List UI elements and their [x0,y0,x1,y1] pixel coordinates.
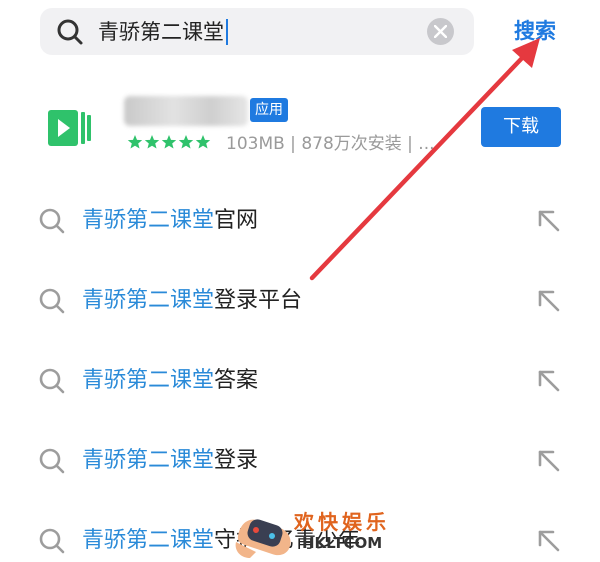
suggestion-item[interactable]: 青骄第二课堂官网 [0,182,600,262]
search-icon [39,288,65,314]
search-button[interactable]: 搜索 [514,16,556,46]
suggestion-text: 青骄第二课堂登录平台 [82,284,302,318]
star-icon [195,135,211,149]
suggestion-item[interactable]: 青骄第二课堂登录 [0,422,600,502]
game-controller-hand-icon [235,519,291,558]
watermark-logo: 欢快娱乐 HKLTCOM [230,500,410,562]
suggestion-highlight: 青骄第二课堂 [82,528,215,553]
star-icon [144,135,160,149]
star-icon [178,135,194,149]
app-meta: 103MB | 878万次安装 | ... [226,134,435,154]
download-button[interactable]: 下载 [481,107,561,147]
suggestion-rest: 答案 [214,368,259,393]
suggestion-item[interactable]: 青骄第二课堂登录平台 [0,262,600,342]
close-icon [434,25,447,38]
app-icon [48,110,91,146]
suggestion-rest: 官网 [214,208,259,233]
app-result[interactable]: 应用 103MB | 878万次安装 | ... 下载 [0,92,600,164]
suggestion-highlight: 青骄第二课堂 [82,208,215,233]
fill-query-arrow-icon[interactable] [536,288,562,314]
app-name-blurred [124,96,248,126]
suggestion-highlight: 青骄第二课堂 [82,368,215,393]
star-icon [161,135,177,149]
suggestion-text: 青骄第二课堂答案 [82,364,258,398]
search-icon [39,528,65,554]
search-icon [39,448,65,474]
search-query-text: 青骄第二课堂 [98,20,224,44]
fill-query-arrow-icon[interactable] [536,528,562,554]
suggestion-rest: 登录平台 [214,288,303,313]
suggestion-rest: 登录 [214,448,259,473]
clear-search-button[interactable] [427,18,454,45]
suggestion-text: 青骄第二课堂登录 [82,444,258,478]
star-icon [127,135,143,149]
suggestion-text: 青骄第二课堂官网 [82,204,258,238]
search-icon [39,368,65,394]
text-cursor [226,19,228,45]
suggestion-highlight: 青骄第二课堂 [82,288,215,313]
fill-query-arrow-icon[interactable] [536,448,562,474]
watermark-domain: HKLTCOM [302,534,383,552]
search-icon [39,208,65,234]
search-input[interactable]: 青骄第二课堂 [98,18,228,46]
suggestion-highlight: 青骄第二课堂 [82,448,215,473]
watermark-text: 欢快娱乐 [294,510,390,534]
fill-query-arrow-icon[interactable] [536,368,562,394]
suggestion-item[interactable]: 青骄第二课堂答案 [0,342,600,422]
fill-query-arrow-icon[interactable] [536,208,562,234]
search-icon [57,19,83,45]
rating-stars [127,134,211,150]
app-tag-badge: 应用 [250,98,288,122]
search-bar[interactable]: 青骄第二课堂 [40,8,474,55]
